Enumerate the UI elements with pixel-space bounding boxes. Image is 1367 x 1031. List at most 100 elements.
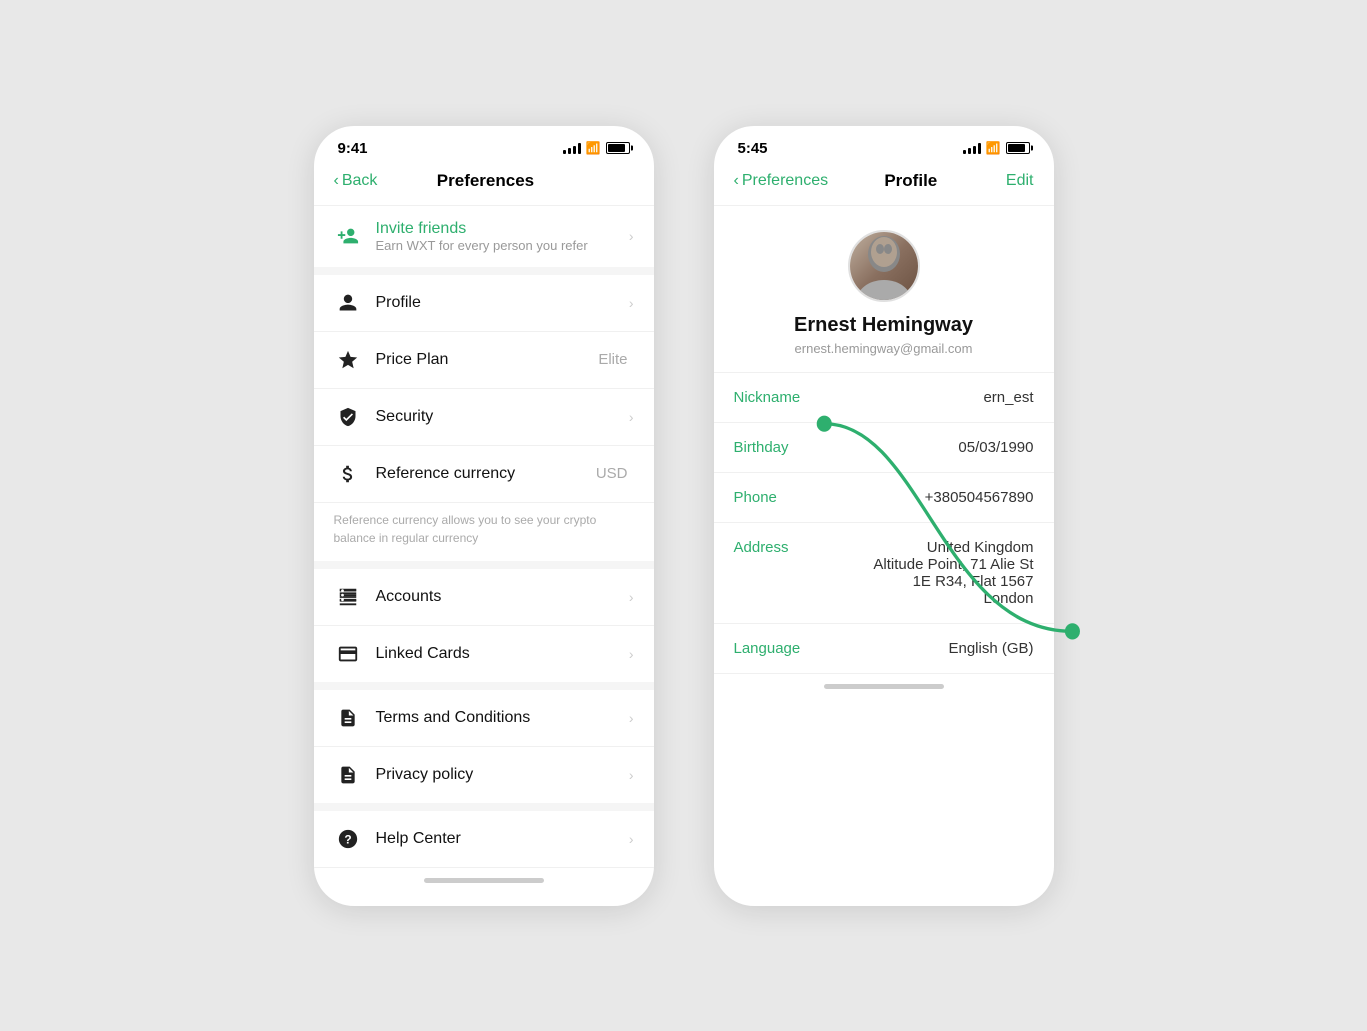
- price-plan-item[interactable]: Price Plan Elite: [314, 332, 654, 389]
- invite-sublabel: Earn WXT for every person you refer: [376, 238, 629, 253]
- nav-bar-2: ‹ Preferences Profile Edit: [714, 163, 1054, 206]
- back-label-2: Preferences: [742, 172, 828, 190]
- profile-name: Ernest Hemingway: [794, 314, 973, 337]
- privacy-chevron: ›: [629, 767, 634, 783]
- privacy-label: Privacy policy: [376, 766, 629, 784]
- status-icons-1: 📶: [563, 141, 630, 155]
- phone-value: +380504567890: [844, 489, 1034, 506]
- wifi-icon-1: 📶: [586, 141, 601, 155]
- help-item[interactable]: ? Help Center ›: [314, 811, 654, 867]
- invite-content: Invite friends Earn WXT for every person…: [376, 220, 629, 253]
- battery-icon-1: [606, 142, 630, 154]
- person-add-icon: [334, 222, 362, 250]
- status-bar-2: 5:45 📶: [714, 126, 1054, 163]
- invite-section: Invite friends Earn WXT for every person…: [314, 206, 654, 275]
- phone-label: Phone: [734, 489, 844, 506]
- profile-email: ernest.hemingway@gmail.com: [795, 341, 973, 356]
- signal-icon-2: [963, 143, 981, 154]
- help-section: ? Help Center ›: [314, 811, 654, 868]
- security-chevron: ›: [629, 409, 634, 425]
- birthday-value: 05/03/1990: [844, 439, 1034, 456]
- accounts-section: Accounts › Linked Cards ›: [314, 569, 654, 690]
- home-indicator-1: [314, 868, 654, 899]
- nav-title-2: Profile: [884, 171, 937, 191]
- phone-preferences: 9:41 📶 ‹ Back Preferences: [314, 126, 654, 906]
- language-field[interactable]: Language English (GB): [714, 624, 1054, 674]
- shield-icon: [334, 403, 362, 431]
- terms-item[interactable]: Terms and Conditions ›: [314, 690, 654, 747]
- legal-section: Terms and Conditions › Privacy policy ›: [314, 690, 654, 811]
- accounts-content: Accounts: [376, 588, 629, 606]
- status-time-2: 5:45: [738, 140, 768, 157]
- avatar-image: [850, 232, 918, 300]
- price-plan-value: Elite: [598, 351, 627, 368]
- question-icon: ?: [334, 825, 362, 853]
- linked-cards-chevron: ›: [629, 646, 634, 662]
- back-button-1[interactable]: ‹ Back: [334, 172, 378, 190]
- price-plan-label: Price Plan: [376, 351, 599, 369]
- nav-title-1: Preferences: [437, 171, 534, 191]
- reference-currency-label: Reference currency: [376, 465, 596, 483]
- privacy-item[interactable]: Privacy policy ›: [314, 747, 654, 803]
- reference-currency-content: Reference currency: [376, 465, 596, 483]
- battery-icon-2: [1006, 142, 1030, 154]
- security-content: Security: [376, 408, 629, 426]
- cards-icon: [334, 640, 362, 668]
- nickname-value: ern_est: [844, 389, 1034, 406]
- nickname-label: Nickname: [734, 389, 844, 406]
- address-value: United Kingdom Altitude Point, 71 Alie S…: [844, 539, 1034, 607]
- edit-button[interactable]: Edit: [994, 172, 1034, 190]
- reference-currency-item[interactable]: Reference currency USD: [314, 446, 654, 503]
- invite-chevron: ›: [629, 228, 634, 244]
- avatar-section: Ernest Hemingway ernest.hemingway@gmail.…: [714, 206, 1054, 373]
- svg-text:?: ?: [344, 832, 351, 846]
- price-plan-content: Price Plan: [376, 351, 599, 369]
- address-field[interactable]: Address United Kingdom Altitude Point, 7…: [714, 523, 1054, 624]
- invite-label: Invite friends: [376, 220, 629, 238]
- nickname-field[interactable]: Nickname ern_est: [714, 373, 1054, 423]
- star-icon: [334, 346, 362, 374]
- terms-icon: [334, 704, 362, 732]
- address-label: Address: [734, 539, 844, 556]
- terms-content: Terms and Conditions: [376, 709, 629, 727]
- birthday-label: Birthday: [734, 439, 844, 456]
- privacy-content: Privacy policy: [376, 766, 629, 784]
- terms-chevron: ›: [629, 710, 634, 726]
- currency-icon: [334, 460, 362, 488]
- avatar: [848, 230, 920, 302]
- scene: 9:41 📶 ‹ Back Preferences: [274, 66, 1094, 966]
- status-time-1: 9:41: [338, 140, 368, 157]
- accounts-item[interactable]: Accounts ›: [314, 569, 654, 626]
- terms-label: Terms and Conditions: [376, 709, 629, 727]
- person-icon: [334, 289, 362, 317]
- main-settings-section: Profile › Price Plan Elite: [314, 275, 654, 569]
- chevron-left-icon-2: ‹: [734, 172, 739, 190]
- profile-chevron: ›: [629, 295, 634, 311]
- currency-description: Reference currency allows you to see you…: [314, 503, 654, 561]
- linked-cards-label: Linked Cards: [376, 645, 629, 663]
- chevron-left-icon-1: ‹: [334, 172, 339, 190]
- language-value: English (GB): [844, 640, 1034, 657]
- accounts-icon: [334, 583, 362, 611]
- accounts-label: Accounts: [376, 588, 629, 606]
- security-label: Security: [376, 408, 629, 426]
- linked-cards-item[interactable]: Linked Cards ›: [314, 626, 654, 682]
- invite-friends-item[interactable]: Invite friends Earn WXT for every person…: [314, 206, 654, 267]
- help-content: Help Center: [376, 830, 629, 848]
- phone-profile: 5:45 📶 ‹ Preferences Profile: [714, 126, 1054, 906]
- phone-field[interactable]: Phone +380504567890: [714, 473, 1054, 523]
- privacy-icon: [334, 761, 362, 789]
- profile-item[interactable]: Profile ›: [314, 275, 654, 332]
- security-item[interactable]: Security ›: [314, 389, 654, 446]
- back-button-2[interactable]: ‹ Preferences: [734, 172, 829, 190]
- wifi-icon-2: 📶: [986, 141, 1001, 155]
- status-icons-2: 📶: [963, 141, 1030, 155]
- currency-value: USD: [596, 465, 628, 482]
- language-label: Language: [734, 640, 844, 657]
- profile-content: Profile: [376, 294, 629, 312]
- profile-label: Profile: [376, 294, 629, 312]
- linked-cards-content: Linked Cards: [376, 645, 629, 663]
- birthday-field[interactable]: Birthday 05/03/1990: [714, 423, 1054, 473]
- back-label-1: Back: [342, 172, 378, 190]
- help-chevron: ›: [629, 831, 634, 847]
